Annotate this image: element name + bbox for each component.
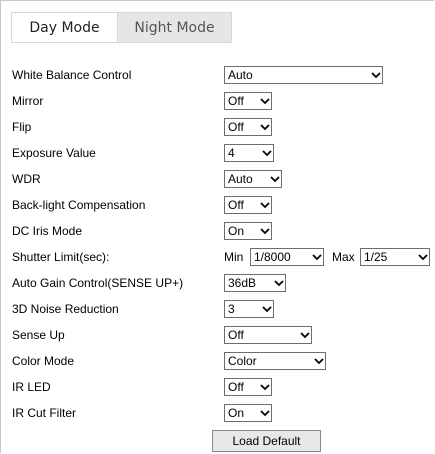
- chevron-down-icon: [260, 227, 270, 235]
- chevron-down-icon: [274, 279, 284, 287]
- chevron-down-icon: [260, 409, 270, 417]
- ir-cut-filter-select[interactable]: On: [224, 404, 272, 422]
- auto-gain-control-value: 36dB: [228, 276, 257, 290]
- 3d-noise-reduction-value: 3: [228, 302, 235, 316]
- label-backlight-compensation: Back-light Compensation: [12, 198, 146, 212]
- chevron-down-icon: [314, 357, 324, 365]
- chevron-down-icon: [418, 253, 428, 261]
- exposure-value-select[interactable]: 4: [224, 144, 274, 162]
- backlight-compensation-select[interactable]: Off: [224, 196, 272, 214]
- chevron-down-icon: [270, 175, 280, 183]
- tab-day-mode[interactable]: Day Mode: [11, 12, 118, 43]
- wdr-select[interactable]: Auto: [224, 170, 282, 188]
- flip-select[interactable]: Off: [224, 118, 272, 136]
- shutter-max-label: Max: [332, 250, 355, 264]
- shutter-min-select[interactable]: 1/8000: [250, 248, 324, 266]
- shutter-min-value: 1/8000: [254, 250, 291, 264]
- dc-iris-mode-select[interactable]: On: [224, 222, 272, 240]
- label-3d-noise-reduction: 3D Noise Reduction: [12, 302, 119, 316]
- ir-led-select[interactable]: Off: [224, 378, 272, 396]
- label-color-mode: Color Mode: [12, 354, 75, 368]
- chevron-down-icon: [371, 71, 381, 79]
- label-flip: Flip: [12, 120, 32, 134]
- chevron-down-icon: [260, 97, 270, 105]
- label-sense-up: Sense Up: [12, 328, 65, 342]
- mode-tabs: Day Mode Night Mode: [11, 12, 232, 43]
- 3d-noise-reduction-select[interactable]: 3: [224, 300, 274, 318]
- mirror-value: Off: [228, 94, 244, 108]
- dc-iris-mode-value: On: [228, 224, 245, 238]
- color-mode-select[interactable]: Color: [224, 352, 326, 370]
- chevron-down-icon: [260, 123, 270, 131]
- label-wdr: WDR: [12, 172, 41, 186]
- white-balance-value: Auto: [228, 68, 253, 82]
- chevron-down-icon: [260, 201, 270, 209]
- tab-night-mode[interactable]: Night Mode: [117, 12, 232, 43]
- flip-value: Off: [228, 120, 244, 134]
- label-shutter-limit: Shutter Limit(sec):: [12, 250, 110, 264]
- chevron-down-icon: [312, 253, 322, 261]
- auto-gain-control-select[interactable]: 36dB: [224, 274, 286, 292]
- shutter-min-label: Min: [224, 250, 244, 264]
- backlight-compensation-value: Off: [228, 198, 244, 212]
- ir-led-value: Off: [228, 380, 244, 394]
- label-auto-gain-control: Auto Gain Control(SENSE UP+): [12, 276, 184, 290]
- mirror-select[interactable]: Off: [224, 92, 272, 110]
- white-balance-select[interactable]: Auto: [224, 66, 383, 84]
- chevron-down-icon: [260, 383, 270, 391]
- chevron-down-icon: [262, 149, 272, 157]
- label-ir-led: IR LED: [12, 380, 51, 394]
- label-mirror: Mirror: [12, 94, 44, 108]
- wdr-value: Auto: [228, 172, 253, 186]
- sense-up-value: Off: [228, 328, 244, 342]
- label-white-balance: White Balance Control: [12, 68, 132, 82]
- exposure-value-value: 4: [228, 146, 235, 160]
- ir-cut-filter-value: On: [228, 406, 245, 420]
- load-default-button[interactable]: Load Default: [212, 430, 321, 452]
- shutter-max-value: 1/25: [364, 250, 388, 264]
- chevron-down-icon: [262, 305, 272, 313]
- label-ir-cut-filter: IR Cut Filter: [12, 406, 77, 420]
- label-dc-iris-mode: DC Iris Mode: [12, 224, 83, 238]
- color-mode-value: Color: [228, 354, 257, 368]
- sense-up-select[interactable]: Off: [224, 326, 312, 344]
- label-exposure-value: Exposure Value: [12, 146, 96, 160]
- chevron-down-icon: [300, 331, 310, 339]
- shutter-max-select[interactable]: 1/25: [360, 248, 430, 266]
